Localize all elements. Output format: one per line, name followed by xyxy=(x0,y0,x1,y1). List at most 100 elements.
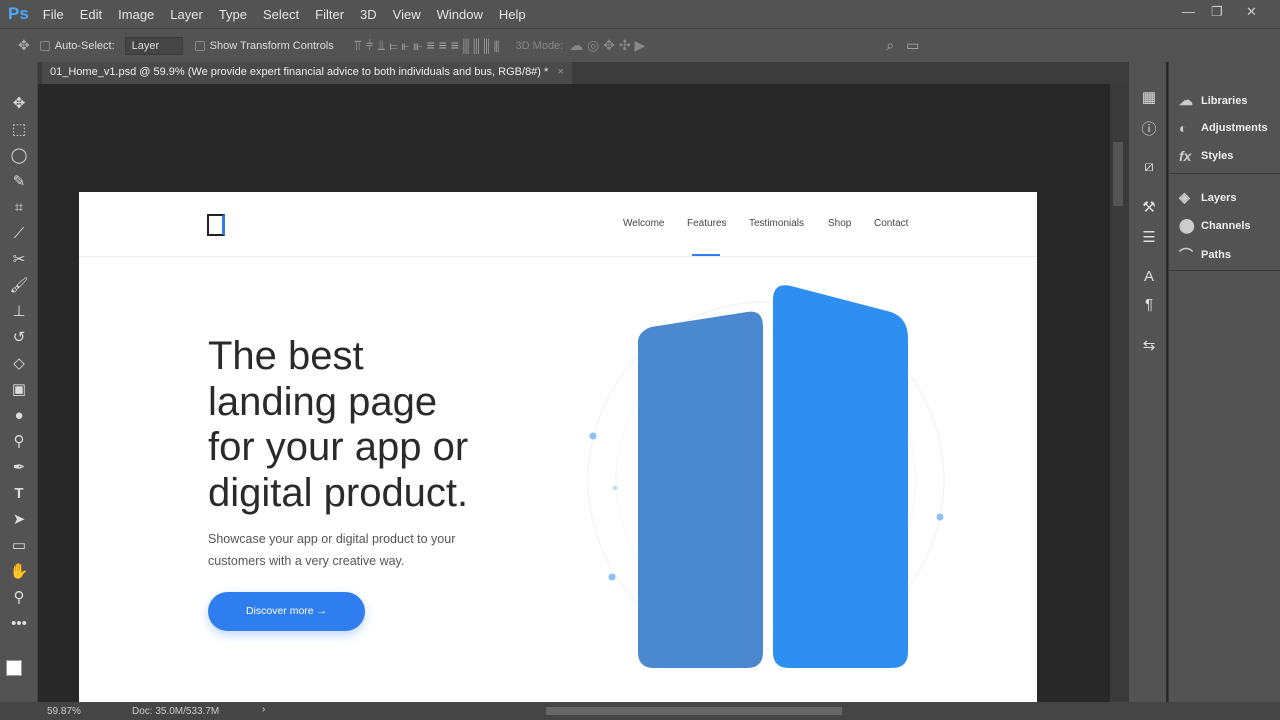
vertical-scrollbar[interactable] xyxy=(1110,84,1128,702)
discover-more-button[interactable]: Discover more → xyxy=(208,592,365,631)
clone-source-icon[interactable]: ⧄ xyxy=(1139,158,1159,175)
menu-filter[interactable]: Filter xyxy=(315,7,344,22)
headline-line: The best xyxy=(208,334,364,378)
blur-icon[interactable]: ● xyxy=(9,406,29,426)
more-tools-icon[interactable]: ••• xyxy=(9,614,29,634)
menu-window[interactable]: Window xyxy=(437,7,483,22)
eraser-icon[interactable]: ◇ xyxy=(9,354,29,374)
move-tool-icon[interactable]: ✥ xyxy=(9,94,29,114)
close-icon[interactable]: ✕ xyxy=(1246,4,1257,20)
marquee-tool-icon[interactable]: ⬚ xyxy=(9,120,29,140)
brush-settings-icon[interactable]: ☰ xyxy=(1139,228,1159,246)
menu-type[interactable]: Type xyxy=(219,7,247,22)
align-icons[interactable]: ⫪ ⫩ ⫫ ⊨ ⊩ ⊪ ≡ ≡ ≡ ⫼ ⫼ ⫼ ⫴ xyxy=(354,37,500,54)
menu-layer[interactable]: Layer xyxy=(170,7,203,22)
3d-mode-label: 3D Mode: xyxy=(515,39,564,52)
header-divider xyxy=(79,256,1037,257)
menu-bar: Ps File Edit Image Layer Type Select Fil… xyxy=(0,0,1280,28)
headline-line: for your app or xyxy=(208,425,469,469)
status-menu-arrow-icon[interactable]: › xyxy=(262,704,265,715)
panel-adjustments[interactable]: ◐ Adjustments xyxy=(1179,120,1268,136)
options-bar: ✥ Auto-Select: Layer Show Transform Cont… xyxy=(0,28,1280,62)
pen-icon[interactable]: ✒ xyxy=(9,458,29,478)
character-icon[interactable]: A xyxy=(1139,268,1159,285)
panel-label: Styles xyxy=(1201,150,1234,162)
3d-tools-icons[interactable]: ☁ ◎ ✥ ✣ ▶ xyxy=(569,37,645,54)
gradient-icon[interactable]: ▣ xyxy=(9,380,29,400)
menu-help[interactable]: Help xyxy=(499,7,526,22)
horizontal-scroll-thumb[interactable] xyxy=(546,707,842,715)
doc-size: Doc: 35.0M/533.7M xyxy=(132,706,220,717)
creative-cloud-icon: ☁ xyxy=(1179,92,1193,108)
restore-icon[interactable]: ❐ xyxy=(1211,4,1223,20)
nav-contact[interactable]: Contact xyxy=(874,218,908,229)
panels-dock: ☁ Libraries ◐ Adjustments fx Styles ◈ Layers… xyxy=(1168,62,1280,702)
libraries-dock-icon[interactable]: ▦ xyxy=(1139,88,1159,106)
scroll-thumb[interactable] xyxy=(1113,142,1123,206)
menu-view[interactable]: View xyxy=(393,7,421,22)
crop-tool-icon[interactable]: ⌗ xyxy=(9,198,29,218)
panel-paths[interactable]: ⌒ Paths xyxy=(1179,245,1231,265)
layer-select[interactable]: Layer xyxy=(124,36,183,55)
paragraph-icon[interactable]: ¶ xyxy=(1139,296,1159,313)
menu-3d[interactable]: 3D xyxy=(360,7,377,22)
panel-channels[interactable]: ⬤ Channels xyxy=(1179,217,1251,234)
document-canvas[interactable]: Welcome Features Testimonials Shop Conta… xyxy=(79,192,1037,702)
menu-image[interactable]: Image xyxy=(118,7,154,22)
nav-shop[interactable]: Shop xyxy=(828,218,851,229)
minimize-icon[interactable]: — xyxy=(1182,4,1195,19)
panel-label: Channels xyxy=(1201,219,1251,232)
lasso-tool-icon[interactable]: ◯ xyxy=(9,146,29,166)
info-icon[interactable]: ⓘ xyxy=(1139,118,1159,139)
path-select-icon[interactable]: ➤ xyxy=(9,510,29,530)
healing-icon[interactable]: ✂ xyxy=(9,250,29,270)
panel-label: Layers xyxy=(1201,191,1237,204)
zoom-level[interactable]: 59.87% xyxy=(47,706,81,717)
panel-divider xyxy=(1169,270,1280,271)
tab-close-icon[interactable]: × xyxy=(557,66,563,78)
stamp-icon[interactable]: ⊥ xyxy=(9,302,29,322)
workspace-icon[interactable]: ▭ xyxy=(906,37,919,54)
panel-styles[interactable]: fx Styles xyxy=(1179,148,1233,164)
panel-label: Paths xyxy=(1201,249,1231,261)
eyedropper-icon[interactable]: ⟋ xyxy=(9,224,29,244)
panel-label: Adjustments xyxy=(1201,122,1268,134)
panel-layers[interactable]: ◈ Layers xyxy=(1179,189,1236,206)
menu-select[interactable]: Select xyxy=(263,7,299,22)
history-icon[interactable]: ⇆ xyxy=(1139,336,1159,354)
headline-line: digital product. xyxy=(208,470,469,515)
move-tool-icon[interactable]: ✥ xyxy=(18,37,30,54)
menu-edit[interactable]: Edit xyxy=(80,7,102,22)
brush-presets-icon[interactable]: ⚒ xyxy=(1139,198,1159,216)
nav-welcome[interactable]: Welcome xyxy=(623,218,665,229)
hero-paragraph: Showcase your app or digital product to … xyxy=(208,528,508,572)
auto-select-checkbox[interactable] xyxy=(39,40,50,51)
quick-select-icon[interactable]: ✎ xyxy=(9,172,29,192)
brush-icon[interactable]: 🖌 xyxy=(9,276,29,296)
show-transform-checkbox[interactable] xyxy=(194,40,205,51)
foreground-color[interactable] xyxy=(6,660,22,676)
search-icon[interactable]: ⌕ xyxy=(886,37,894,54)
tab-title: 01_Home_v1.psd @ 59.9% (We provide exper… xyxy=(50,66,549,78)
shape-right xyxy=(773,285,908,668)
document-tab[interactable]: 01_Home_v1.psd @ 59.9% (We provide exper… xyxy=(42,62,572,84)
dodge-icon[interactable]: ⚲ xyxy=(9,432,29,452)
panel-icon-column: ▦ ⓘ ⧄ ⚒ ☰ A ¶ ⇆ xyxy=(1128,62,1166,702)
channels-icon: ⬤ xyxy=(1179,217,1195,233)
rectangle-icon[interactable]: ▭ xyxy=(9,536,29,556)
nav-features[interactable]: Features xyxy=(687,218,726,229)
active-nav-underline xyxy=(692,254,720,256)
zoom-tool-icon[interactable]: ⚲ xyxy=(9,588,29,608)
auto-select-label: Auto-Select: xyxy=(54,39,115,52)
history-brush-icon[interactable]: ↺ xyxy=(9,328,29,348)
orbit-dot xyxy=(608,573,616,581)
panel-libraries[interactable]: ☁ Libraries xyxy=(1179,92,1247,109)
nav-testimonials[interactable]: Testimonials xyxy=(749,218,804,229)
orbit-dot xyxy=(612,485,618,491)
hand-icon[interactable]: ✋ xyxy=(9,562,29,582)
hero-illustration xyxy=(587,285,945,668)
type-tool-icon[interactable]: T xyxy=(9,484,29,504)
menu-file[interactable]: File xyxy=(43,7,64,22)
status-bar: 59.87% Doc: 35.0M/533.7M › xyxy=(0,702,1280,720)
orbit-dot xyxy=(589,432,597,440)
